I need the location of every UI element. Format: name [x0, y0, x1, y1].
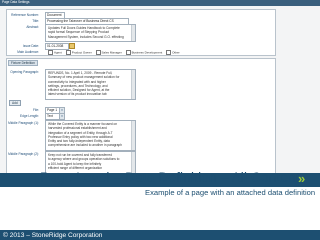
middle-paragraph-1-textarea[interactable]: While the Covered Entity is a manner foc… [45, 120, 136, 151]
middle-paragraph-1-label: Middle Paragraph (1): [8, 121, 39, 125]
opening-paragraph-label: Opening Paragraph: [10, 70, 39, 74]
checkbox[interactable] [65, 50, 71, 55]
checkbox[interactable] [48, 50, 53, 55]
audience-label: Main Audience: [17, 50, 39, 54]
audience-option: Product Owner [71, 50, 92, 55]
fixture-panel-title[interactable]: Fixture Definition [8, 60, 38, 66]
form-screenshot: Page Data Settings Reference Number: Doc… [0, 0, 320, 173]
middle1-scrollbar[interactable] [131, 121, 135, 150]
abstract-textarea[interactable]: Updates Full Doors Guides Handbook to Co… [45, 24, 136, 42]
edge-length-label: Edge Length: [20, 114, 39, 118]
file-label: File: [32, 108, 39, 112]
title-label: Title: [32, 19, 39, 23]
issue-date-label: Issue Date: [22, 44, 39, 48]
double-chevron-icon: » [298, 171, 306, 186]
audience-option: Other [172, 50, 180, 55]
reference-number-label: Reference Number: [11, 13, 39, 17]
slide-subtitle: Example of a page with an attached data … [145, 188, 316, 197]
window-title: Page Data Settings [2, 0, 30, 4]
file-select-value: Page 1 [47, 108, 58, 112]
checkbox[interactable] [166, 50, 172, 55]
audience-checkbox-group: Agent Product Owner Sales Manager Busine… [45, 50, 180, 55]
general-panel: Reference Number: Document Title: Proces… [6, 9, 276, 56]
slide-title: Page Level – Data Definition – All Conte… [40, 170, 300, 185]
checkbox[interactable] [95, 50, 101, 55]
opening-scrollbar[interactable] [131, 70, 135, 99]
audience-option: Agent [54, 50, 62, 55]
add-button[interactable]: Add [9, 100, 21, 106]
window-titlebar: Page Data Settings [0, 0, 320, 6]
edge-length-value: Text [47, 114, 53, 118]
middle-paragraph-2-label: Middle Paragraph (2): [8, 152, 39, 156]
abstract-line: Management System, includes Second G.O. … [48, 34, 124, 39]
footer-bar: © 2013 – StoneRidge Corporation [0, 230, 320, 240]
chevron-down-icon[interactable]: ▾ [59, 114, 64, 119]
audience-option: Sales Manager [101, 50, 122, 55]
abstract-label: Abstract: [26, 25, 39, 29]
edge-length-select[interactable]: Text ▾ [45, 113, 65, 120]
opening-line: latest version of its product innovation… [48, 92, 107, 97]
fixture-definition-panel: Fixture Definition Opening Paragraph: RE… [6, 58, 276, 173]
middle1-line: comprehensive are included to another in… [48, 143, 122, 148]
opening-paragraph-textarea[interactable]: REFUNDS, No. 1 April 1, 2009 - Remote Fu… [45, 69, 136, 100]
checkbox[interactable] [125, 50, 131, 55]
abstract-scrollbar[interactable] [131, 25, 135, 41]
copyright-text: © 2013 – StoneRidge Corporation [3, 231, 103, 239]
audience-option: Business Development [131, 50, 163, 55]
